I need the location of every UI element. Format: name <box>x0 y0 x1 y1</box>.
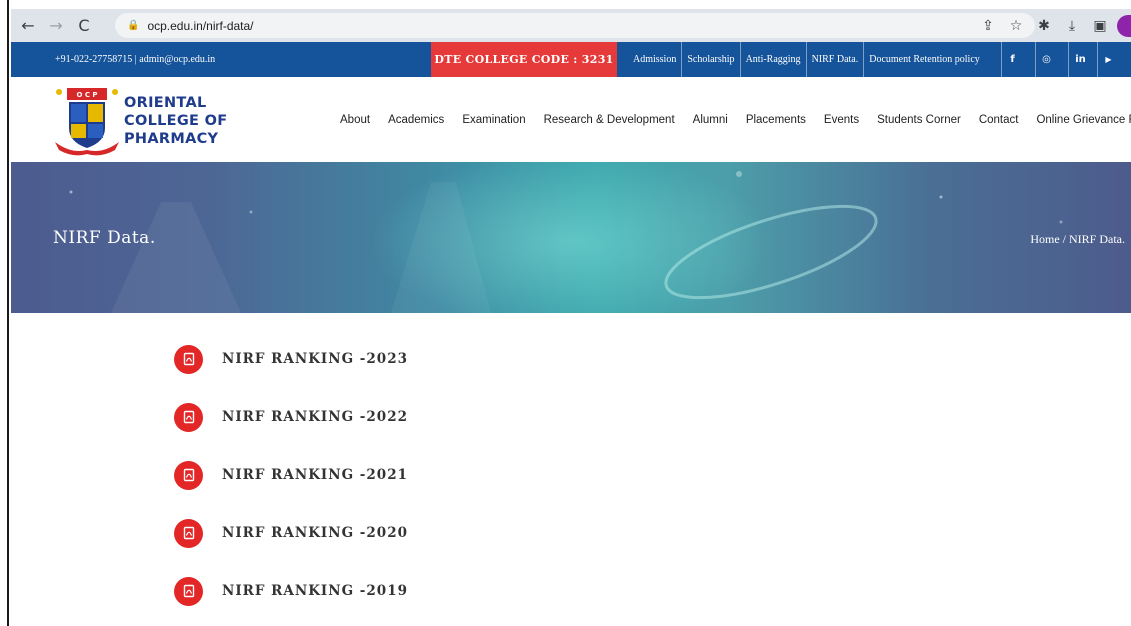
list-item[interactable]: NIRF RANKING -2019 <box>174 562 408 620</box>
nav-research-development[interactable]: Research & Development <box>544 114 675 126</box>
url-text: ocp.edu.in/nirf-data/ <box>147 18 254 33</box>
sidepanel-icon[interactable]: ▣ <box>1089 18 1111 34</box>
nav-students-corner[interactable]: Students Corner <box>877 114 961 126</box>
document-link[interactable]: NIRF RANKING -2023 <box>222 351 408 367</box>
logo-line-3: PHARMACY <box>124 131 219 147</box>
top-link-document-retention[interactable]: Document Retention policy <box>863 42 985 77</box>
frame-left-edge <box>0 0 9 626</box>
facebook-icon[interactable]: f <box>1001 42 1023 77</box>
arrow-right-icon[interactable]: → <box>45 15 67 37</box>
download-icon[interactable]: ⤓ <box>1061 18 1083 34</box>
top-links: Admission Scholarship Anti-Ragging NIRF … <box>628 42 985 77</box>
document-link[interactable]: NIRF RANKING -2021 <box>222 467 408 483</box>
arrow-left-icon[interactable]: ← <box>17 15 39 37</box>
youtube-icon[interactable]: ▶ <box>1097 42 1119 77</box>
nav-examination[interactable]: Examination <box>462 114 525 126</box>
frame-top-edge <box>9 0 1131 9</box>
pdf-icon[interactable] <box>174 576 203 606</box>
page-banner: NIRF Data. Home / NIRF Data. <box>11 162 1131 313</box>
profile-avatar[interactable] <box>1117 14 1131 37</box>
nav-events[interactable]: Events <box>824 114 859 126</box>
top-link-nirf-data[interactable]: NIRF Data. <box>805 42 864 77</box>
breadcrumb[interactable]: Home / NIRF Data. <box>1030 232 1125 247</box>
nav-placements[interactable]: Placements <box>746 114 806 126</box>
main-navigation: About Academics Examination Research & D… <box>340 77 1131 162</box>
lock-icon: 🔒 <box>127 20 140 31</box>
document-link[interactable]: NIRF RANKING -2020 <box>222 525 408 541</box>
nav-online-grievance[interactable]: Online Grievance Redressal <box>1036 114 1131 126</box>
pdf-icon[interactable] <box>174 344 203 374</box>
share-icon[interactable]: ⇪ <box>977 18 999 34</box>
reload-icon[interactable]: C <box>73 15 95 37</box>
instagram-icon[interactable]: ◎ <box>1035 42 1057 77</box>
banner-background-art <box>69 162 1063 313</box>
nav-contact[interactable]: Contact <box>979 114 1019 126</box>
top-link-anti-ragging[interactable]: Anti-Ragging <box>739 42 806 77</box>
list-item[interactable]: NIRF RANKING -2021 <box>174 446 408 504</box>
list-item[interactable]: NIRF RANKING -2022 <box>174 388 408 446</box>
pdf-icon[interactable] <box>174 460 203 490</box>
pdf-icon[interactable] <box>174 518 203 548</box>
nav-about[interactable]: About <box>340 114 370 126</box>
logo-line-2: COLLEGE OF <box>124 113 228 129</box>
browser-actions: ⇪ ☆ ✱ ⤓ ▣ <box>971 9 1131 42</box>
nav-academics[interactable]: Academics <box>388 114 444 126</box>
top-link-admission[interactable]: Admission <box>628 42 681 77</box>
dte-code-badge: DTE COLLEGE CODE : 3231 <box>431 42 617 77</box>
logo-badge-text: O C P <box>76 91 97 99</box>
college-logo-emblem[interactable]: O C P <box>51 84 123 158</box>
top-link-scholarship[interactable]: Scholarship <box>681 42 739 77</box>
site-header: O C P ORIENTAL COLLEGE OF PHARMACY About… <box>11 77 1131 162</box>
college-name[interactable]: ORIENTAL COLLEGE OF PHARMACY <box>124 94 227 148</box>
nav-alumni[interactable]: Alumni <box>693 114 728 126</box>
extensions-icon[interactable]: ✱ <box>1033 18 1055 34</box>
page-title: NIRF Data. <box>53 228 156 248</box>
document-link[interactable]: NIRF RANKING -2019 <box>222 583 408 599</box>
top-info-bar: +91-022-27758715 | admin@ocp.edu.in DTE … <box>11 42 1131 77</box>
document-link[interactable]: NIRF RANKING -2022 <box>222 409 408 425</box>
pdf-icon[interactable] <box>174 402 203 432</box>
browser-toolbar: ← → C 🔒 ocp.edu.in/nirf-data/ ⇪ ☆ ✱ ⤓ ▣ <box>11 9 1131 42</box>
linkedin-icon[interactable]: in <box>1068 42 1092 77</box>
contact-info: +91-022-27758715 | admin@ocp.edu.in <box>55 54 216 65</box>
star-icon[interactable]: ☆ <box>1005 18 1027 34</box>
list-item[interactable]: NIRF RANKING -2023 <box>174 330 408 388</box>
nirf-document-list: NIRF RANKING -2023 NIRF RANKING -2022 NI… <box>174 330 408 620</box>
logo-line-1: ORIENTAL <box>124 95 207 111</box>
address-bar[interactable]: 🔒 ocp.edu.in/nirf-data/ <box>115 13 1035 38</box>
list-item[interactable]: NIRF RANKING -2020 <box>174 504 408 562</box>
screen: ← → C 🔒 ocp.edu.in/nirf-data/ ⇪ ☆ ✱ ⤓ ▣ … <box>0 0 1131 626</box>
